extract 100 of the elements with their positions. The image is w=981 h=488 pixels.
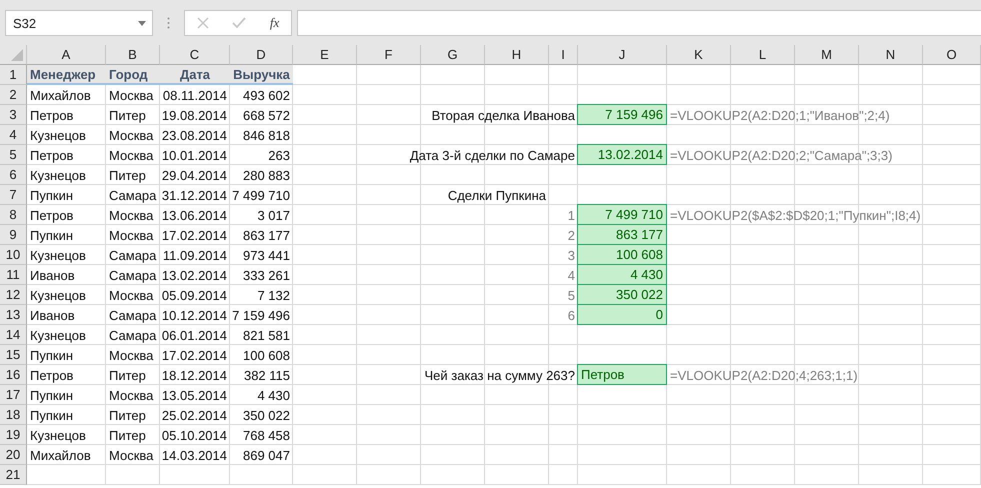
table-cell-text: 869 047 — [242, 446, 291, 464]
table-cell-text: 333 261 — [242, 266, 291, 284]
table-cell-text: 3 017 — [256, 206, 291, 224]
column-header[interactable]: L — [731, 45, 795, 65]
row-header[interactable]: 13 — [0, 305, 27, 325]
formula-text: =VLOOKUP2(A2:D20;4;263;1;1) — [670, 368, 858, 382]
table-cell-text: 10.12.2014 — [160, 306, 228, 324]
column-header[interactable]: O — [923, 45, 981, 65]
table-cell-text: Кузнецов — [29, 326, 87, 345]
row-header[interactable]: 21 — [0, 465, 27, 485]
row-header[interactable]: 18 — [0, 405, 27, 425]
table-cell-text: 7 159 496 — [231, 306, 291, 324]
column-header[interactable]: N — [859, 45, 923, 65]
table-cell-text: Москва — [108, 346, 154, 364]
row-header[interactable]: 14 — [0, 325, 27, 345]
formula-text: =VLOOKUP2(A2:D20;2;"Самара";3;3) — [670, 148, 892, 162]
table-cell-text: Пупкин — [29, 346, 74, 365]
row-header[interactable]: 4 — [0, 125, 27, 145]
table-cell-text: 31.12.2014 — [160, 186, 228, 204]
column-header[interactable]: M — [795, 45, 859, 65]
grip-icon — [167, 17, 170, 29]
column-header[interactable]: J — [578, 45, 667, 65]
insert-function-button[interactable]: fx — [266, 13, 284, 33]
table-cell-text: 263 — [267, 146, 291, 164]
row-header[interactable]: 17 — [0, 385, 27, 405]
row-header[interactable]: 1 — [0, 65, 27, 85]
column-header[interactable]: K — [667, 45, 731, 65]
table-cell-text: Петров — [29, 146, 74, 165]
table-cell-text: 863 177 — [242, 226, 291, 244]
table-cell-text: 11.09.2014 — [162, 246, 228, 264]
table-cell-text: 06.01.2014 — [160, 326, 228, 344]
column-header[interactable]: D — [230, 45, 293, 65]
row-header[interactable]: 3 — [0, 105, 27, 125]
result-cell: 4 430 — [577, 264, 667, 285]
column-header[interactable]: E — [293, 45, 357, 65]
result-cell: 863 177 — [577, 224, 667, 245]
row-header[interactable]: 6 — [0, 165, 27, 185]
column-header[interactable]: A — [27, 45, 106, 65]
table-cell-text: Москва — [108, 206, 154, 224]
table-cell-text: 382 115 — [242, 366, 291, 384]
table-cell-text: 13.02.2014 — [160, 266, 228, 284]
row-header[interactable]: 11 — [0, 265, 27, 285]
table-cell-text: 493 602 — [242, 86, 291, 104]
table-cell-text: Москва — [108, 286, 154, 304]
formula-text: =VLOOKUP2($A$2:$D$20;1;"Пупкин";I8;4) — [670, 208, 921, 222]
question-label: Вторая сделка Иванова — [432, 108, 575, 122]
table-cell-text: 19.08.2014 — [160, 106, 228, 124]
table-cell-text: Питер — [108, 106, 147, 125]
table-cell-text: 23.08.2014 — [160, 126, 228, 144]
table-cell-text: 18.12.2014 — [160, 366, 228, 384]
table-cell-text: 100 608 — [242, 346, 291, 364]
table-cell-text: 10.01.2014 — [160, 146, 228, 164]
row-header[interactable]: 15 — [0, 345, 27, 365]
column-header[interactable]: H — [485, 45, 549, 65]
row-header[interactable]: 8 — [0, 205, 27, 225]
table-cell-text: Москва — [108, 86, 154, 104]
header-cell: Выручка — [230, 65, 293, 85]
row-header[interactable]: 19 — [0, 425, 27, 445]
column-header[interactable]: I — [549, 45, 578, 65]
table-cell-text: Кузнецов — [29, 286, 87, 305]
header-cell: Менеджер — [27, 65, 106, 85]
name-box[interactable]: S32 — [5, 10, 153, 36]
header-cell: Город — [106, 65, 160, 85]
formula-text: =VLOOKUP2(A2:D20;1;"Иванов";2;4) — [670, 108, 890, 122]
row-header[interactable]: 5 — [0, 145, 27, 165]
table-cell-text: Самара — [108, 186, 158, 205]
result-cell: 13.02.2014 — [577, 144, 667, 165]
row-header[interactable]: 12 — [0, 285, 27, 305]
column-header[interactable]: F — [357, 45, 421, 65]
table-cell-text: 350 022 — [242, 406, 291, 424]
table-cell-text: 821 581 — [242, 326, 291, 344]
header-cell: Дата — [160, 65, 230, 85]
select-all-icon[interactable] — [11, 49, 23, 61]
table-cell-text: Самара — [108, 306, 158, 325]
result-cell: 7 159 496 — [577, 104, 667, 125]
row-header[interactable]: 16 — [0, 365, 27, 385]
table-cell-text: Пупкин — [29, 226, 74, 245]
column-header[interactable]: C — [160, 45, 230, 65]
index-cell-text: 2 — [566, 226, 576, 244]
row-header[interactable]: 10 — [0, 245, 27, 265]
table-cell-text: 668 572 — [242, 106, 291, 124]
table-cell-text: Самара — [108, 246, 158, 265]
row-header[interactable]: 7 — [0, 185, 27, 205]
table-cell-text: Кузнецов — [29, 426, 87, 445]
row-header[interactable]: 20 — [0, 445, 27, 465]
table-cell-text: Иванов — [29, 306, 76, 324]
index-cell-text: 6 — [566, 306, 576, 324]
index-cell-text: 1 — [566, 206, 576, 224]
table-cell-text: Москва — [108, 126, 154, 144]
caret-icon — [138, 20, 146, 26]
formula-input[interactable] — [297, 10, 981, 36]
table-cell-text: 14.03.2014 — [160, 446, 228, 464]
table-cell-text: 05.10.2014 — [160, 426, 228, 444]
column-header[interactable]: B — [106, 45, 160, 65]
row-header[interactable]: 9 — [0, 225, 27, 245]
table-cell-text: Самара — [108, 326, 158, 345]
column-header[interactable]: G — [421, 45, 485, 65]
row-header[interactable]: 2 — [0, 85, 27, 105]
table-cell-text: Кузнецов — [29, 246, 87, 265]
table-cell-text: Кузнецов — [29, 126, 87, 145]
